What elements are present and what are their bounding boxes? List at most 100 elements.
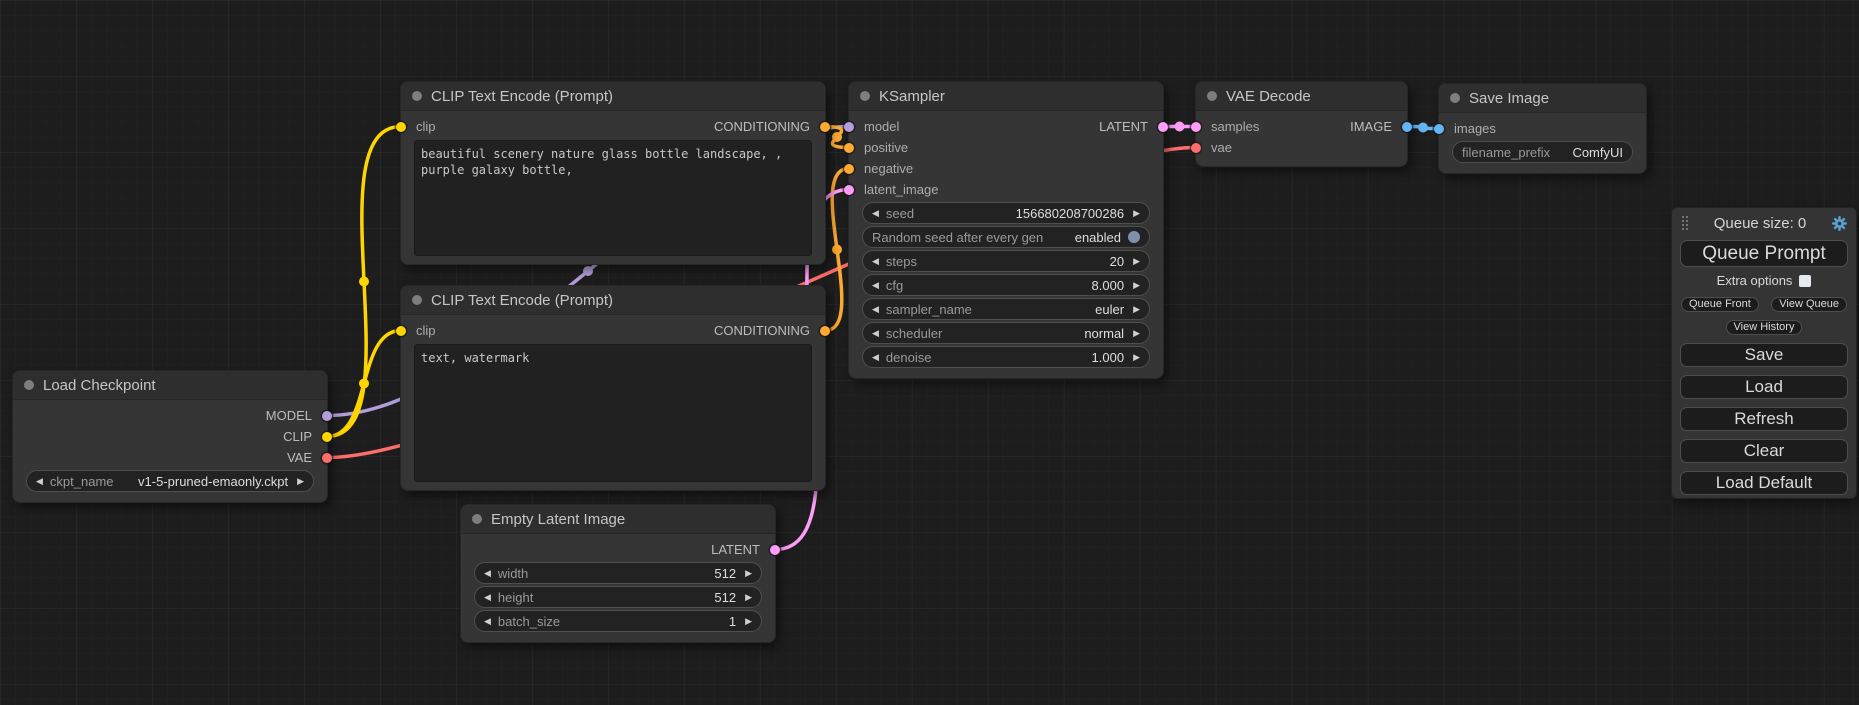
increment-icon[interactable]: ▶ <box>745 617 752 626</box>
decrement-icon[interactable]: ◀ <box>872 353 879 362</box>
denoise-widget[interactable]: ◀ denoise 1.000 ▶ <box>862 346 1150 368</box>
latent-output-port[interactable] <box>770 545 780 555</box>
increment-icon[interactable]: ▶ <box>1133 257 1140 266</box>
collapse-dot-icon[interactable] <box>1450 93 1460 103</box>
prev-value-icon[interactable]: ◀ <box>872 329 879 338</box>
collapse-dot-icon[interactable] <box>472 514 482 524</box>
decrement-icon[interactable]: ◀ <box>872 281 879 290</box>
port-row: model LATENT <box>849 116 1163 137</box>
input-label: latent_image <box>864 182 938 197</box>
node-title-bar[interactable]: VAE Decode <box>1196 82 1407 111</box>
negative-prompt-textarea[interactable]: text, watermark <box>414 344 812 482</box>
load-default-button[interactable]: Load Default <box>1680 471 1848 495</box>
vae-output-port[interactable] <box>322 453 332 463</box>
wire-midpoint-dot[interactable] <box>832 132 842 142</box>
node-empty-latent-image[interactable]: Empty Latent Image LATENT ◀ width 512 ▶ … <box>460 504 776 643</box>
node-title-bar[interactable]: Empty Latent Image <box>461 505 775 534</box>
next-value-icon[interactable]: ▶ <box>297 477 304 486</box>
seed-widget[interactable]: ◀ seed 156680208700286 ▶ <box>862 202 1150 224</box>
increment-icon[interactable]: ▶ <box>1133 281 1140 290</box>
save-button[interactable]: Save <box>1680 343 1848 367</box>
model-input-port[interactable] <box>844 122 854 132</box>
clip-input-port[interactable] <box>396 122 406 132</box>
port-row: positive <box>849 137 1163 158</box>
wire-midpoint-dot[interactable] <box>1418 123 1428 133</box>
prev-value-icon[interactable]: ◀ <box>36 477 43 486</box>
conditioning-output-port[interactable] <box>820 326 830 336</box>
ckpt-name-widget[interactable]: ◀ ckpt_name v1-5-pruned-emaonly.ckpt ▶ <box>26 470 314 492</box>
node-title-bar[interactable]: CLIP Text Encode (Prompt) <box>401 82 825 111</box>
wire-clip[interactable] <box>327 331 401 437</box>
wire-midpoint-dot[interactable] <box>1175 122 1185 132</box>
clip-input-port[interactable] <box>396 326 406 336</box>
images-input-port[interactable] <box>1434 124 1444 134</box>
negative-input-port[interactable] <box>844 164 854 174</box>
view-queue-button[interactable]: View Queue <box>1771 297 1847 312</box>
input-label: positive <box>864 140 908 155</box>
height-widget[interactable]: ◀ height 512 ▶ <box>474 586 762 608</box>
collapse-dot-icon[interactable] <box>860 91 870 101</box>
node-title-bar[interactable]: Save Image <box>1439 84 1646 113</box>
decrement-icon[interactable]: ◀ <box>484 593 491 602</box>
node-clip-text-encode-negative[interactable]: CLIP Text Encode (Prompt) clip CONDITION… <box>400 285 826 491</box>
clear-button[interactable]: Clear <box>1680 439 1848 463</box>
sampler-name-widget[interactable]: ◀ sampler_name euler ▶ <box>862 298 1150 320</box>
wire-midpoint-dot[interactable] <box>359 277 369 287</box>
collapse-dot-icon[interactable] <box>412 91 422 101</box>
refresh-button[interactable]: Refresh <box>1680 407 1848 431</box>
next-value-icon[interactable]: ▶ <box>1133 305 1140 314</box>
wire-midpoint-dot[interactable] <box>359 379 369 389</box>
input-label: samples <box>1211 119 1259 134</box>
node-title-bar[interactable]: KSampler <box>849 82 1163 111</box>
extra-options-checkbox[interactable] <box>1799 275 1811 287</box>
collapse-dot-icon[interactable] <box>24 380 34 390</box>
widget-value: 512 <box>714 566 736 581</box>
batch-size-widget[interactable]: ◀ batch_size 1 ▶ <box>474 610 762 632</box>
increment-icon[interactable]: ▶ <box>1133 353 1140 362</box>
increment-icon[interactable]: ▶ <box>745 593 752 602</box>
filename-prefix-widget[interactable]: filename_prefix ComfyUI <box>1452 141 1633 163</box>
decrement-icon[interactable]: ◀ <box>872 209 879 218</box>
scheduler-widget[interactable]: ◀ scheduler normal ▶ <box>862 322 1150 344</box>
decrement-icon[interactable]: ◀ <box>484 617 491 626</box>
queue-front-button[interactable]: Queue Front <box>1681 297 1759 312</box>
decrement-icon[interactable]: ◀ <box>484 569 491 578</box>
conditioning-output-port[interactable] <box>820 122 830 132</box>
increment-icon[interactable]: ▶ <box>745 569 752 578</box>
node-title-bar[interactable]: Load Checkpoint <box>13 371 327 400</box>
model-output-port[interactable] <box>322 411 332 421</box>
settings-gear-icon[interactable] <box>1831 215 1848 232</box>
collapse-dot-icon[interactable] <box>412 295 422 305</box>
toggle-dot-icon[interactable] <box>1128 231 1140 243</box>
image-output-port[interactable] <box>1402 122 1412 132</box>
load-button[interactable]: Load <box>1680 375 1848 399</box>
next-value-icon[interactable]: ▶ <box>1133 329 1140 338</box>
positive-prompt-textarea[interactable]: beautiful scenery nature glass bottle la… <box>414 140 812 256</box>
node-ksampler[interactable]: KSampler model LATENT positive negative … <box>848 81 1164 379</box>
wire-clip[interactable] <box>327 127 401 437</box>
drag-handle-icon[interactable] <box>1682 216 1689 231</box>
steps-widget[interactable]: ◀ steps 20 ▶ <box>862 250 1150 272</box>
wire-midpoint-dot[interactable] <box>832 245 842 255</box>
increment-icon[interactable]: ▶ <box>1133 209 1140 218</box>
wire-midpoint-dot[interactable] <box>583 266 593 276</box>
node-title-bar[interactable]: CLIP Text Encode (Prompt) <box>401 286 825 315</box>
positive-input-port[interactable] <box>844 143 854 153</box>
latent-output-port[interactable] <box>1158 122 1168 132</box>
random-seed-toggle-widget[interactable]: Random seed after every gen enabled <box>862 226 1150 248</box>
node-save-image[interactable]: Save Image images filename_prefix ComfyU… <box>1438 83 1647 174</box>
node-load-checkpoint[interactable]: Load Checkpoint MODEL CLIP VAE ◀ ckpt_na… <box>12 370 328 503</box>
clip-output-port[interactable] <box>322 432 332 442</box>
vae-input-port[interactable] <box>1191 143 1201 153</box>
node-vae-decode[interactable]: VAE Decode samples IMAGE vae <box>1195 81 1408 167</box>
cfg-widget[interactable]: ◀ cfg 8.000 ▶ <box>862 274 1150 296</box>
decrement-icon[interactable]: ◀ <box>872 257 879 266</box>
latent-image-input-port[interactable] <box>844 185 854 195</box>
samples-input-port[interactable] <box>1191 122 1201 132</box>
width-widget[interactable]: ◀ width 512 ▶ <box>474 562 762 584</box>
node-clip-text-encode-positive[interactable]: CLIP Text Encode (Prompt) clip CONDITION… <box>400 81 826 265</box>
prev-value-icon[interactable]: ◀ <box>872 305 879 314</box>
view-history-button[interactable]: View History <box>1726 320 1803 335</box>
queue-prompt-button[interactable]: Queue Prompt <box>1680 240 1848 267</box>
collapse-dot-icon[interactable] <box>1207 91 1217 101</box>
